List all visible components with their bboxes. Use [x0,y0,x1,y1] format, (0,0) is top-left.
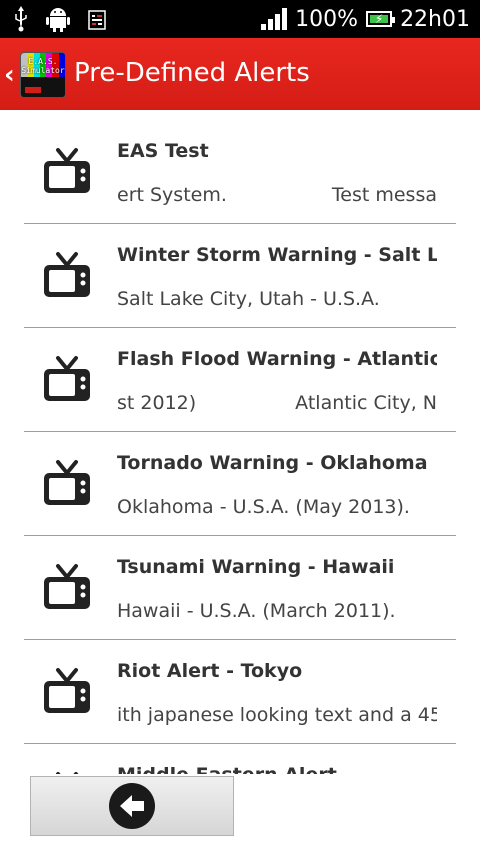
alert-title: Riot Alert - Tokyo [117,660,303,682]
system-icons: 100% ⚡ 22h01 [261,0,470,38]
app-icon-label: E.A.S. Simulator [21,57,65,75]
sd-card-icon [88,10,106,30]
battery-icon: ⚡ [366,11,396,27]
page-title: Pre-Defined Alerts [74,58,310,88]
tv-icon [44,564,90,609]
tv-icon [44,668,90,713]
notification-icons [14,6,106,32]
alert-subtitle: Oklahoma - U.S.A. (May 2013). [117,496,410,518]
alert-subtitle: ith japanese looking text and a 450 [117,704,437,726]
alert-subtitle: ert System. Test messa [117,184,437,206]
list-item[interactable]: Riot Alert - Tokyo ith japanese looking … [24,640,456,744]
back-button[interactable] [30,776,234,836]
alert-title: EAS Test [117,140,209,162]
signal-icon [261,8,288,30]
tv-icon [56,772,78,774]
alert-subtitle-part: Test messa [331,184,437,206]
alert-subtitle: Hawaii - U.S.A. (March 2011). [117,600,396,622]
usb-icon [15,6,27,32]
alert-title: Middle Eastern Alert [117,764,437,774]
list-item[interactable]: Winter Storm Warning - Salt Lake City Sa… [24,224,456,328]
tv-icon [44,252,90,297]
list-item[interactable]: Tsunami Warning - Hawaii Hawaii - U.S.A.… [24,536,456,640]
tv-icon [44,148,90,193]
alert-subtitle-part: st 2012) [117,392,197,414]
back-arrow-icon [109,783,155,829]
alert-title: Flash Flood Warning - Atlantic City [117,348,437,370]
tv-icon [44,460,90,505]
status-bar: 100% ⚡ 22h01 [0,0,480,38]
alert-subtitle: st 2012) Atlantic City, N [117,392,437,414]
list-item[interactable]: Middle Eastern Alert [24,744,456,774]
android-debug-icon [46,8,70,32]
app-icon[interactable]: E.A.S. Simulator [20,52,66,98]
alert-title: Tsunami Warning - Hawaii [117,556,395,578]
tv-icon [44,356,90,401]
list-item[interactable]: Flash Flood Warning - Atlantic City st 2… [24,328,456,432]
battery-percent: 100% [295,6,359,32]
action-bar: ‹ E.A.S. Simulator Pre-Defined Alerts [0,38,480,110]
alert-title: Tornado Warning - Oklahoma [117,452,428,474]
alert-title: Winter Storm Warning - Salt Lake City [117,244,437,266]
alert-list[interactable]: EAS Test ert System. Test messa Winter S… [24,120,456,774]
up-chevron-icon[interactable]: ‹ [4,60,15,90]
alert-subtitle: Salt Lake City, Utah - U.S.A. [117,288,380,310]
list-item[interactable]: EAS Test ert System. Test messa [24,120,456,224]
clock: 22h01 [400,6,470,32]
list-item[interactable]: Tornado Warning - Oklahoma Oklahoma - U.… [24,432,456,536]
alert-subtitle-part: Atlantic City, N [295,392,437,414]
alert-subtitle-part: ert System. [117,184,227,206]
